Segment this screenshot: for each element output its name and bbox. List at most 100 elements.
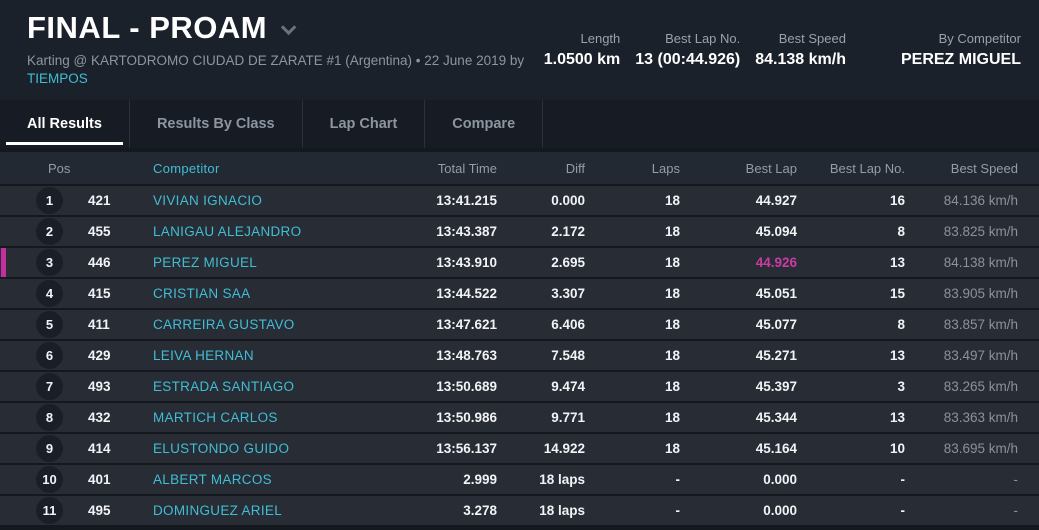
table-row[interactable]: 11 495 DOMINGUEZ ARIEL 3.278 18 laps - 0… [0,496,1039,527]
position-cell: 4 [0,280,76,307]
position-cell: 3 [0,249,76,276]
stat-best-lap-no-value: 13 (00:44.926) [635,51,741,68]
competitor-cell: CRISTIAN SAA [140,286,377,301]
diff-cell: 3.307 [551,286,585,301]
laps-cell: 18 [664,224,680,239]
competitor-cell: PEREZ MIGUEL [140,255,377,270]
table-row[interactable]: 1 421 VIVIAN IGNACIO 13:41.215 0.000 18 … [0,186,1039,217]
competitor-link[interactable]: VIVIAN IGNACIO [153,193,262,208]
kart-number-cell: 493 [88,379,111,394]
table-row[interactable]: 8 432 MARTICH CARLOS 13:50.986 9.771 18 … [0,403,1039,434]
competitor-cell: DOMINGUEZ ARIEL [140,503,377,518]
competitor-cell: LEIVA HERNAN [140,348,377,363]
chevron-down-icon[interactable] [280,19,297,35]
table-row[interactable]: 7 493 ESTRADA SANTIAGO 13:50.689 9.474 1… [0,372,1039,403]
position-badge: 4 [36,280,63,307]
best-lap-cell: 45.094 [755,224,797,239]
best-speed-cell: 83.363 km/h [943,410,1018,425]
best-speed-cell: 83.695 km/h [943,441,1018,456]
kart-number-cell: 455 [88,224,111,239]
diff-cell: 18 laps [539,472,585,487]
column-header-competitor: Competitor [153,160,220,176]
table-row[interactable]: 6 429 LEIVA HERNAN 13:48.763 7.548 18 45… [0,341,1039,372]
total-time-cell: 13:48.763 [436,348,497,363]
best-speed-cell: 83.265 km/h [943,379,1018,394]
stat-best-lap-no: Best Lap No. 13 (00:44.926) [635,31,740,69]
total-time-cell: 13:47.621 [436,317,497,332]
best-speed-cell: 83.857 km/h [943,317,1018,332]
event-header: FINAL - PROAM Karting @ KARTODROMO CIUDA… [0,0,1039,100]
stat-best-lap-no-label: Best Lap No. [665,31,741,46]
laps-cell: 18 [664,410,680,425]
diff-cell: 14.922 [543,441,585,456]
event-subtitle: Karting @ KARTODROMO CIUDAD DE ZARATE #1… [27,52,524,88]
column-header-laps: Laps [651,160,680,176]
stat-length-value: 1.0500 km [543,51,621,68]
position-badge: 2 [36,218,63,245]
results-tabbar: All Results Results By Class Lap Chart C… [0,100,1039,148]
table-row[interactable]: 4 415 CRISTIAN SAA 13:44.522 3.307 18 45… [0,279,1039,310]
tab-results-by-class[interactable]: Results By Class [130,100,303,148]
diff-cell: 2.172 [551,224,585,239]
stat-length: Length 1.0500 km [544,31,621,69]
total-time-cell: 13:56.137 [436,441,497,456]
competitor-cell: MARTICH CARLOS [140,410,377,425]
competitor-link[interactable]: MARTICH CARLOS [153,410,278,425]
tab-compare[interactable]: Compare [425,100,544,148]
table-row[interactable]: 2 455 LANIGAU ALEJANDRO 13:43.387 2.172 … [0,217,1039,248]
best-lap-no-cell: 13 [889,348,905,363]
best-lap-no-cell: 13 [889,410,905,425]
diff-cell: 9.771 [551,410,585,425]
position-badge: 10 [36,466,63,493]
position-badge: 5 [36,311,63,338]
column-header-pos: Pos [48,160,71,176]
stat-by-competitor-label: By Competitor [938,31,1021,46]
competitor-link[interactable]: PEREZ MIGUEL [153,255,257,270]
stat-best-speed: Best Speed 84.138 km/h [755,31,846,69]
competitor-link[interactable]: ELUSTONDO GUIDO [153,441,289,456]
best-lap-cell: 0.000 [763,472,797,487]
position-cell: 5 [0,311,76,338]
column-header-best-lap: Best Lap [745,160,797,176]
competitor-link[interactable]: ALBERT MARCOS [153,472,272,487]
kart-number-cell: 495 [88,503,111,518]
best-speed-cell: - [1013,472,1019,487]
competitor-link[interactable]: ESTRADA SANTIAGO [153,379,294,394]
diff-cell: 6.406 [551,317,585,332]
position-badge: 9 [36,435,63,462]
position-badge: 11 [36,497,63,524]
total-time-cell: 13:41.215 [436,193,497,208]
position-badge: 1 [36,187,63,214]
total-time-cell: 13:43.387 [436,224,497,239]
table-row[interactable]: 9 414 ELUSTONDO GUIDO 13:56.137 14.922 1… [0,434,1039,465]
stat-best-speed-value: 84.138 km/h [755,51,846,68]
best-speed-cell: 83.825 km/h [943,224,1018,239]
best-lap-cell: 44.926 [755,255,797,270]
laps-cell: 18 [664,379,680,394]
table-row[interactable]: 5 411 CARREIRA GUSTAVO 13:47.621 6.406 1… [0,310,1039,341]
column-header-total-time: Total Time [437,160,497,176]
competitor-cell: ALBERT MARCOS [140,472,377,487]
competitor-link[interactable]: DOMINGUEZ ARIEL [153,503,282,518]
diff-cell: 2.695 [551,255,585,270]
table-row[interactable]: 3 446 PEREZ MIGUEL 13:43.910 2.695 18 44… [0,248,1039,279]
best-lap-no-cell: 16 [889,193,905,208]
competitor-link[interactable]: LEIVA HERNAN [153,348,254,363]
competitor-link[interactable]: CRISTIAN SAA [153,286,250,301]
best-lap-no-cell: 13 [889,255,905,270]
stat-length-label: Length [580,31,621,46]
laps-cell: - [675,472,681,487]
organizer-link[interactable]: TIEMPOS [27,70,524,88]
best-lap-no-cell: 10 [889,441,905,456]
competitor-cell: CARREIRA GUSTAVO [140,317,377,332]
competitor-link[interactable]: LANIGAU ALEJANDRO [153,224,301,239]
competitor-link[interactable]: CARREIRA GUSTAVO [153,317,295,332]
tab-lap-chart[interactable]: Lap Chart [303,100,426,148]
tab-all-results[interactable]: All Results [0,100,130,148]
results-page: FINAL - PROAM Karting @ KARTODROMO CIUDA… [0,0,1039,530]
table-row[interactable]: 10 401 ALBERT MARCOS 2.999 18 laps - 0.0… [0,465,1039,496]
session-selector[interactable]: FINAL - PROAM [27,10,524,46]
best-lap-cell: 45.397 [755,379,797,394]
column-header-best-lap-no: Best Lap No. [829,160,905,176]
total-time-cell: 13:43.910 [436,255,497,270]
